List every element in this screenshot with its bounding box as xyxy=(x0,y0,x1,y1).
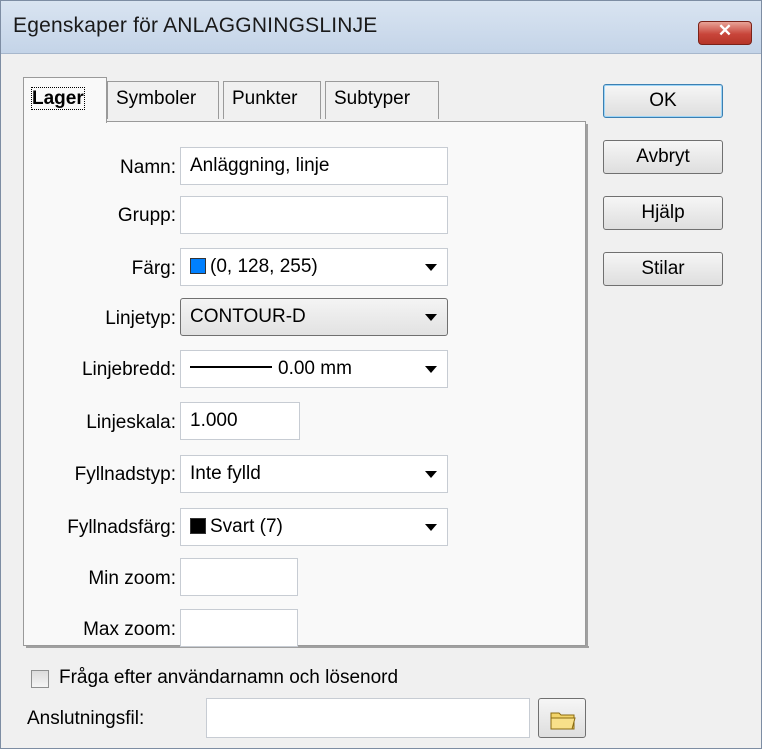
anslutningsfil-input[interactable] xyxy=(206,698,530,738)
fyllnadsfarg-row: Fyllnadsfärg: xyxy=(24,509,176,547)
tab-subtyper[interactable]: Subtyper xyxy=(325,81,439,119)
styles-button[interactable]: Stilar xyxy=(603,252,723,286)
linjetyp-dropdown[interactable]: CONTOUR-D xyxy=(180,298,448,336)
color-swatch-icon xyxy=(190,518,206,534)
farg-row: Färg: xyxy=(24,250,176,288)
tab-symboler-label: Symboler xyxy=(116,88,197,109)
dropdown-arrow-icon xyxy=(425,471,437,478)
color-swatch-icon xyxy=(190,258,206,274)
fyllnadsfarg-value: Svart (7) xyxy=(210,516,283,537)
linjetyp-row: Linjetyp: xyxy=(24,300,176,338)
linjeskala-label: Linjeskala: xyxy=(86,412,176,433)
farg-label: Färg: xyxy=(131,258,176,279)
dropdown-arrow-icon xyxy=(425,314,437,321)
tab-lager-label: Lager xyxy=(31,87,85,110)
linjeskala-input[interactable]: 1.000 xyxy=(180,402,300,440)
min-zoom-label: Min zoom: xyxy=(88,568,176,589)
fyllnadstyp-row: Fyllnadstyp: xyxy=(24,456,176,494)
min-zoom-row: Min zoom: xyxy=(24,560,176,598)
tab-symboler[interactable]: Symboler xyxy=(107,81,219,119)
max-zoom-row: Max zoom: xyxy=(24,611,176,649)
dialog-title: Egenskaper för ANLAGGNINGSLINJE xyxy=(13,14,378,37)
tab-punkter[interactable]: Punkter xyxy=(223,81,321,119)
anslutningsfil-label: Anslutningsfil: xyxy=(27,708,145,729)
dropdown-arrow-icon xyxy=(425,264,437,271)
max-zoom-label: Max zoom: xyxy=(83,619,176,640)
fyllnadsfarg-dropdown[interactable]: Svart (7) xyxy=(180,508,448,546)
min-zoom-input[interactable] xyxy=(180,558,298,596)
linjebredd-row: Linjebredd: xyxy=(24,351,176,389)
linjetyp-value: CONTOUR-D xyxy=(190,306,306,327)
grupp-row: Grupp: xyxy=(24,197,176,235)
ok-button[interactable]: OK xyxy=(603,84,723,118)
cancel-button[interactable]: Avbryt xyxy=(603,140,723,174)
credentials-checkbox[interactable] xyxy=(31,670,49,688)
fyllnadstyp-value: Inte fylld xyxy=(190,463,261,484)
dropdown-arrow-icon xyxy=(425,524,437,531)
tab-subtyper-label: Subtyper xyxy=(334,88,411,109)
folder-icon xyxy=(550,712,576,730)
namn-row: Namn: xyxy=(24,149,176,187)
linjebredd-value: 0.00 mm xyxy=(278,358,352,379)
fyllnadsfarg-label: Fyllnadsfärg: xyxy=(67,517,176,538)
max-zoom-input[interactable] xyxy=(180,609,298,647)
title-bar: Egenskaper för ANLAGGNINGSLINJE ✕ xyxy=(1,1,761,54)
linjetyp-label: Linjetyp: xyxy=(105,308,176,329)
fyllnadstyp-dropdown[interactable]: Inte fylld xyxy=(180,455,448,493)
close-icon: ✕ xyxy=(717,21,733,40)
namn-input[interactable]: Anläggning, linje xyxy=(180,147,448,185)
help-button[interactable]: Hjälp xyxy=(603,196,723,230)
browse-button[interactable] xyxy=(538,698,586,738)
line-sample-icon xyxy=(190,366,272,368)
dropdown-arrow-icon xyxy=(425,366,437,373)
grupp-input[interactable] xyxy=(180,196,448,234)
namn-label: Namn: xyxy=(120,157,176,178)
close-button[interactable]: ✕ xyxy=(698,21,752,45)
farg-value: (0, 128, 255) xyxy=(210,256,318,277)
linjebredd-label: Linjebredd: xyxy=(81,359,176,380)
tab-punkter-label: Punkter xyxy=(232,88,298,109)
fyllnadstyp-label: Fyllnadstyp: xyxy=(74,464,176,485)
linjeskala-row: Linjeskala: xyxy=(24,404,176,442)
properties-dialog: Egenskaper för ANLAGGNINGSLINJE ✕ Lager … xyxy=(0,0,762,749)
credentials-checkbox-label[interactable]: Fråga efter användarnamn och lösenord xyxy=(59,667,398,689)
tab-panel-lager: Namn: Anläggning, linje Grupp: Färg: (0,… xyxy=(23,121,589,649)
farg-dropdown[interactable]: (0, 128, 255) xyxy=(180,248,448,286)
tab-lager[interactable]: Lager xyxy=(23,77,107,123)
grupp-label: Grupp: xyxy=(117,205,176,226)
linjebredd-dropdown[interactable]: 0.00 mm xyxy=(180,350,448,388)
